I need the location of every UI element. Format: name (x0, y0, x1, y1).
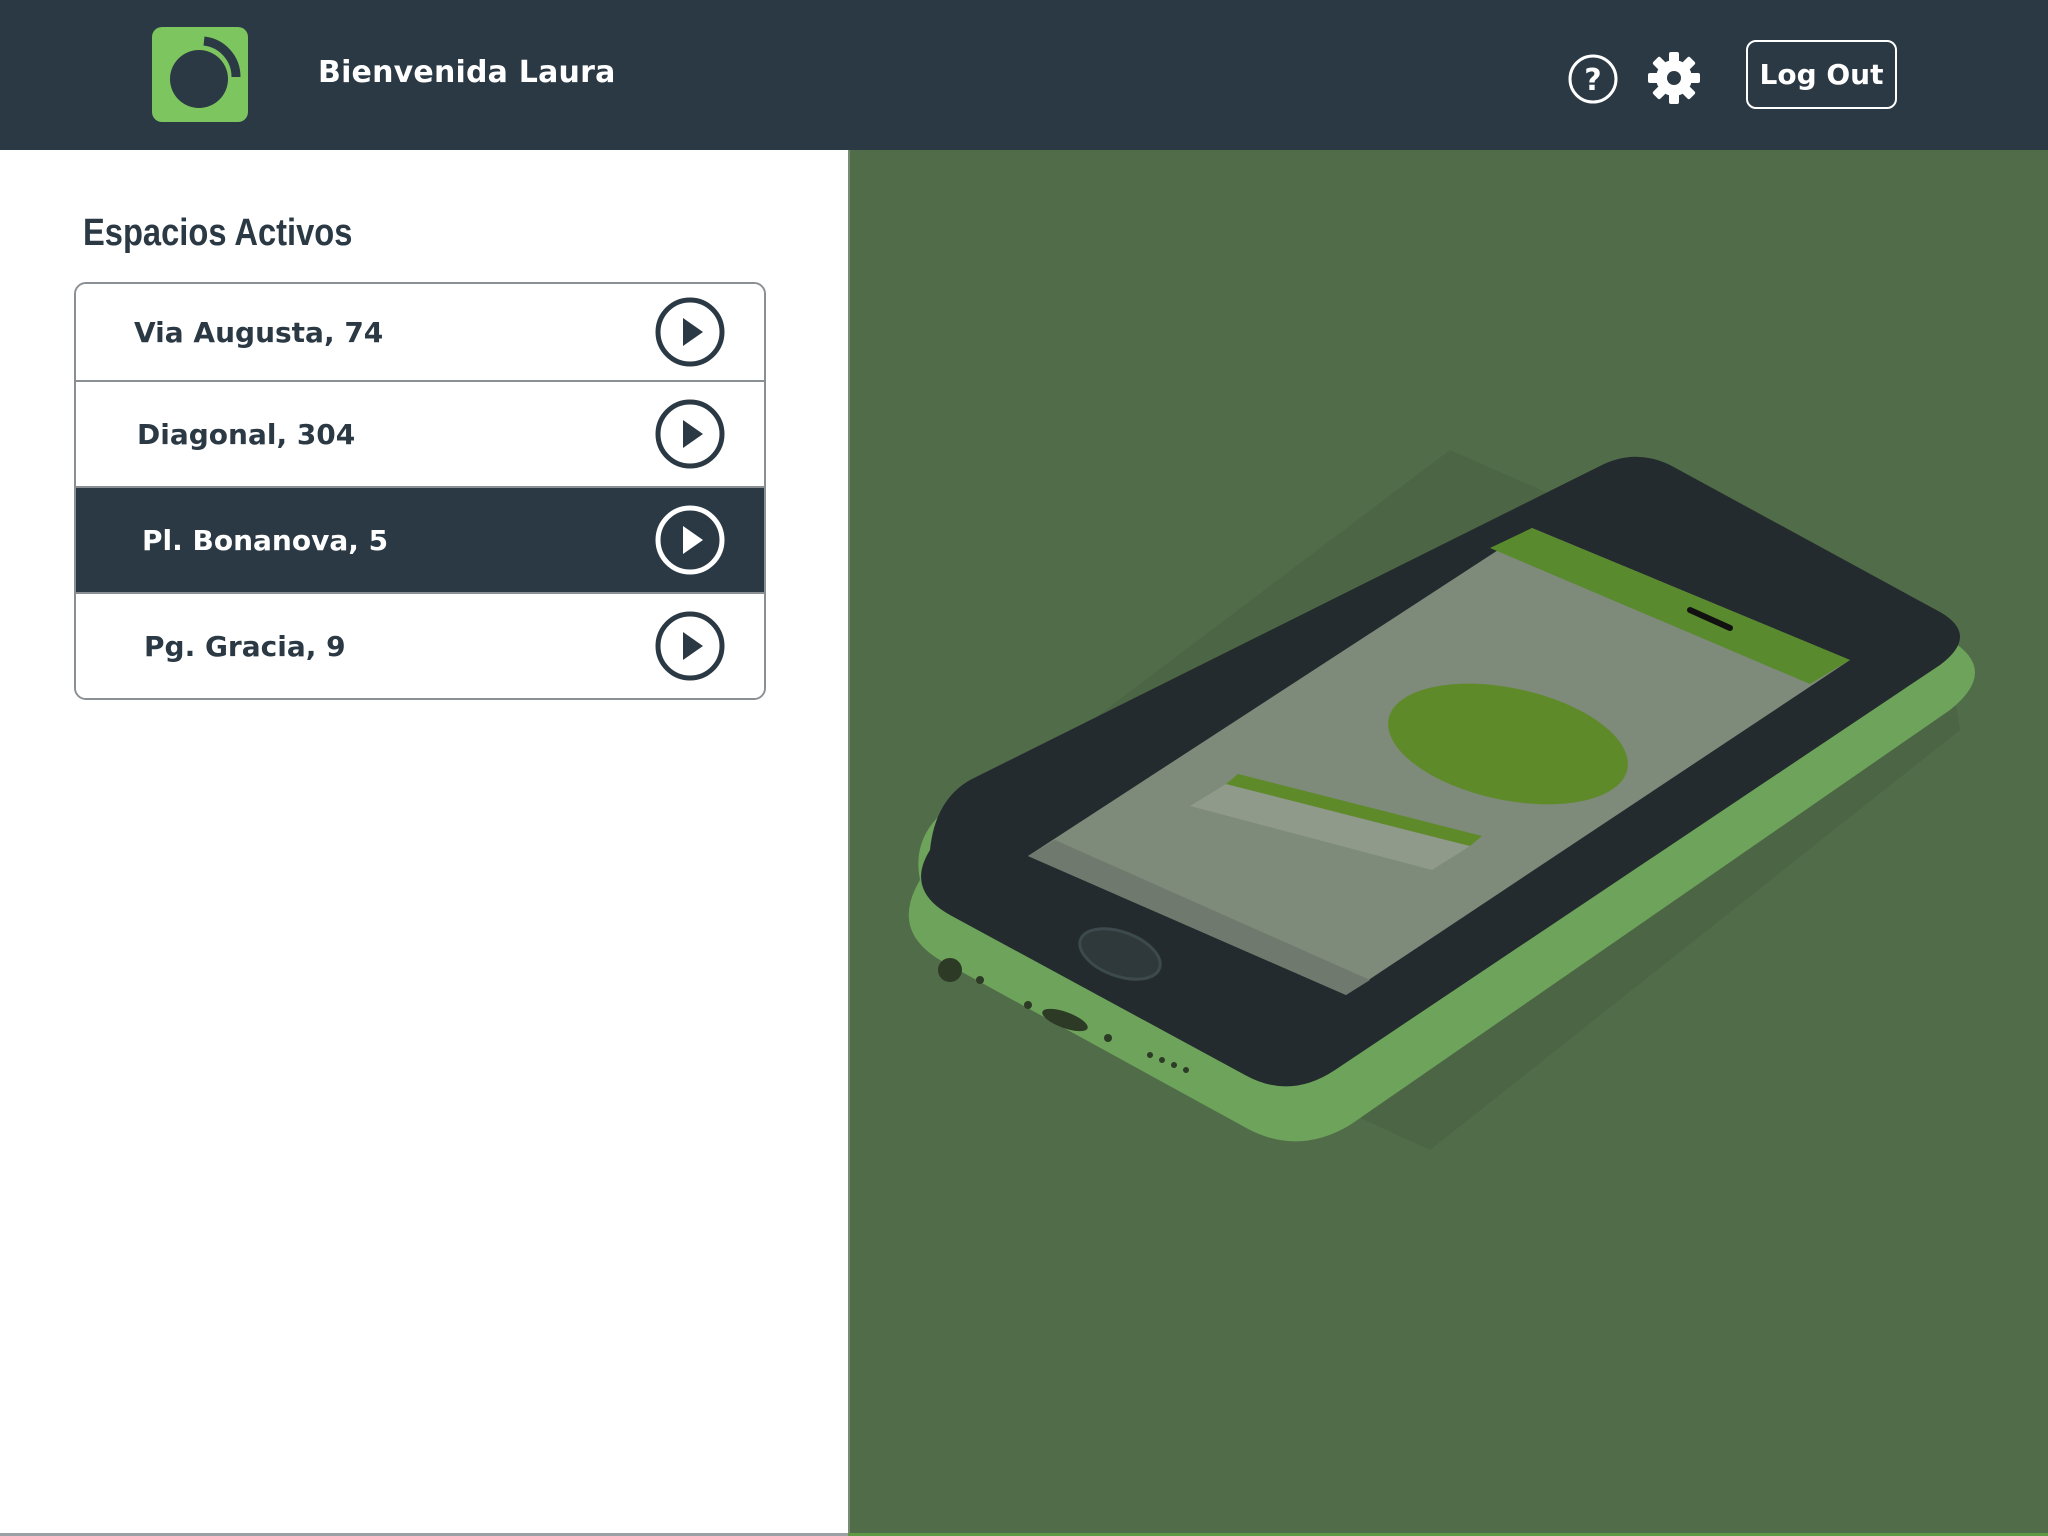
play-circle-icon[interactable] (654, 398, 726, 470)
space-row-bonanova[interactable]: Pl. Bonanova, 5 (76, 488, 764, 594)
svg-text:?: ? (1584, 63, 1601, 98)
space-label: Diagonal, 304 (137, 417, 356, 451)
logout-button[interactable]: Log Out (1746, 40, 1897, 109)
space-label: Via Augusta, 74 (134, 315, 384, 349)
spaces-panel: Espacios Activos Via Augusta, 74 Diagona… (0, 150, 848, 1536)
space-label: Pg. Gracia, 9 (144, 629, 346, 663)
play-circle-icon[interactable] (654, 296, 726, 368)
space-label: Pl. Bonanova, 5 (142, 523, 389, 557)
top-bar: Bienvenida Laura ? Log Out (0, 0, 2048, 150)
gear-icon[interactable] (1647, 51, 1701, 105)
help-icon[interactable]: ? (1567, 53, 1619, 105)
space-row-via-augusta[interactable]: Via Augusta, 74 (76, 284, 764, 382)
play-circle-icon[interactable] (654, 610, 726, 682)
space-row-diagonal[interactable]: Diagonal, 304 (76, 382, 764, 488)
space-row-gracia[interactable]: Pg. Gracia, 9 (76, 594, 764, 698)
play-circle-icon[interactable] (654, 504, 726, 576)
section-title: Espacios Activos (83, 212, 353, 254)
app-logo (152, 27, 248, 122)
spaces-list: Via Augusta, 74 Diagonal, 304 Pl. Bonano… (74, 282, 766, 700)
preview-panel (848, 150, 2048, 1536)
welcome-message: Bienvenida Laura (318, 55, 616, 90)
phone-illustration (908, 450, 1975, 1150)
